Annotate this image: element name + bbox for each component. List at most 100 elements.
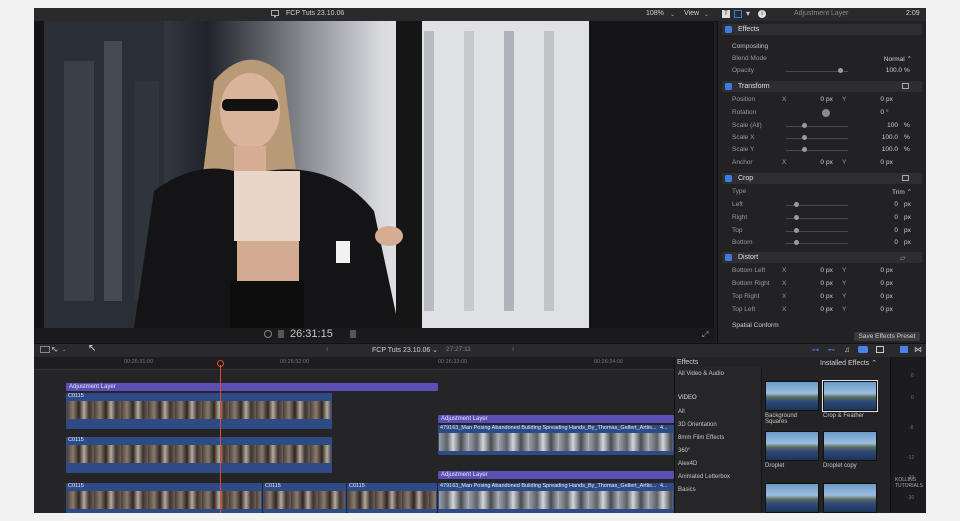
anchor-y-value[interactable]: 0	[862, 159, 884, 166]
transform-checkbox[interactable]	[725, 83, 732, 90]
category-item[interactable]: All Video & Audio	[675, 369, 761, 381]
category-item[interactable]: 3D Orientation	[675, 420, 761, 432]
bottom-left-y-value[interactable]: 0	[862, 267, 884, 274]
video-clip-man-posing[interactable]: 479163_Man Posing Abandoned Building Spr…	[438, 425, 674, 455]
transform-onscreen-icon[interactable]	[902, 83, 909, 89]
scale-y-slider[interactable]	[786, 150, 848, 151]
effect-thumbnail[interactable]	[765, 381, 819, 411]
effects-checkbox[interactable]	[725, 26, 732, 33]
timeline-project-name[interactable]: FCP Tuts 23.10.06 ⌄	[372, 346, 438, 354]
effects-browser-toggle-icon[interactable]	[900, 346, 908, 353]
rotation-value[interactable]: 0	[842, 109, 884, 116]
crop-left-slider-knob[interactable]	[794, 202, 799, 207]
crop-right-slider-knob[interactable]	[794, 215, 799, 220]
opacity-slider-knob[interactable]	[838, 68, 843, 73]
transform-section-header[interactable]: Transform	[722, 81, 922, 92]
top-right-x-value[interactable]: 0	[802, 293, 824, 300]
crop-type-select[interactable]: Trim ⌃	[842, 188, 912, 196]
top-left-y-value[interactable]: 0	[862, 306, 884, 313]
scale-y-value[interactable]: 100.0	[852, 146, 898, 153]
clip-appearance-icon[interactable]	[40, 346, 50, 353]
history-back-icon[interactable]: ‹	[326, 346, 328, 353]
video-clip-c0115[interactable]: C0115	[66, 437, 332, 473]
video-clip-c0115[interactable]: C0115	[347, 483, 437, 513]
scale-all-value[interactable]: 100	[852, 122, 898, 129]
video-clip-c0115[interactable]: C0115	[66, 393, 332, 429]
distort-onscreen-icon[interactable]: ▱	[900, 254, 905, 262]
transitions-browser-icon[interactable]: ⋈	[914, 345, 922, 354]
scale-x-slider-knob[interactable]	[802, 135, 807, 140]
crop-top-value[interactable]: 0	[852, 227, 898, 234]
category-item[interactable]: 8mm Film Effects	[675, 433, 761, 445]
crop-top-slider-knob[interactable]	[794, 228, 799, 233]
scale-all-slider[interactable]	[786, 126, 848, 127]
crop-bottom-value[interactable]: 0	[852, 239, 898, 246]
text-inspector-icon[interactable]: T	[722, 10, 730, 18]
effects-section-header[interactable]: Effects	[722, 24, 922, 35]
category-item[interactable]: Alex4D	[675, 459, 761, 471]
scale-y-slider-knob[interactable]	[802, 147, 807, 152]
snapping-icon[interactable]	[858, 346, 868, 353]
category-item[interactable]: 360°	[675, 446, 761, 458]
headphones-icon[interactable]: ♫	[844, 345, 850, 354]
position-y-value[interactable]: 0	[862, 96, 884, 103]
video-inspector-icon[interactable]	[734, 10, 742, 18]
audio-skimming-icon[interactable]: ⊶	[812, 346, 819, 354]
history-forward-icon[interactable]: ›	[512, 346, 514, 353]
installed-effects-select[interactable]: Installed Effects ⌃	[820, 359, 877, 367]
scale-x-value[interactable]: 100.0	[852, 134, 898, 141]
video-clip-man-posing[interactable]: 479163_Man Posing Abandoned Building Spr…	[438, 483, 674, 513]
timeline[interactable]: 00:26:31:00 00:26:32:00 00:26:33:00 00:2…	[34, 357, 674, 513]
bottom-left-x-value[interactable]: 0	[802, 267, 824, 274]
category-item[interactable]: Animated Letterbox	[675, 472, 761, 484]
play-icon[interactable]	[264, 330, 272, 338]
crop-onscreen-icon[interactable]	[902, 175, 909, 181]
rotation-dial-icon[interactable]	[822, 109, 830, 117]
distort-checkbox[interactable]	[725, 254, 732, 261]
adjustment-layer-clip[interactable]: Adjustment Layer	[438, 471, 674, 479]
zoom-menu[interactable]: 108%	[646, 10, 664, 17]
color-inspector-icon[interactable]: ▾	[746, 9, 750, 18]
category-item[interactable]: Basics	[675, 485, 761, 497]
effect-thumbnail[interactable]	[823, 483, 877, 513]
distort-section-header[interactable]: Distort ▱	[722, 252, 922, 263]
crop-section-header[interactable]: Crop	[722, 173, 922, 184]
zoom-chevron-icon[interactable]: ⌄	[670, 11, 675, 18]
effect-thumbnail-selected[interactable]	[822, 380, 878, 412]
crop-left-value[interactable]: 0	[852, 201, 898, 208]
adjustment-layer-clip[interactable]: Adjustment Layer	[438, 415, 674, 423]
timeline-ruler[interactable]: 00:26:31:00 00:26:32:00 00:26:33:00 00:2…	[34, 357, 674, 370]
spatial-conform-row[interactable]: Spatial Conform	[722, 320, 922, 332]
clip-appearance-toggle-icon[interactable]	[876, 346, 884, 353]
top-right-y-value[interactable]: 0	[862, 293, 884, 300]
category-item[interactable]: All	[675, 407, 761, 419]
scale-all-slider-knob[interactable]	[802, 123, 807, 128]
crop-bottom-slider-knob[interactable]	[794, 240, 799, 245]
effect-thumbnail[interactable]	[765, 483, 819, 513]
tool-chevron-icon[interactable]: ⌄	[62, 347, 66, 353]
effect-thumbnail[interactable]	[765, 431, 819, 461]
select-tool-icon[interactable]: ↖	[51, 345, 58, 354]
view-chevron-icon[interactable]: ⌄	[704, 11, 709, 18]
position-x-value[interactable]: 0	[802, 96, 824, 103]
bottom-right-x-value[interactable]: 0	[802, 280, 824, 287]
skimming-icon[interactable]: ⊷	[828, 346, 835, 354]
opacity-value[interactable]: 100.0	[856, 67, 902, 74]
blend-mode-select[interactable]: Normal ⌃	[842, 55, 912, 63]
top-left-x-value[interactable]: 0	[802, 306, 824, 313]
monitor-icon[interactable]	[271, 10, 279, 18]
playhead[interactable]	[220, 365, 221, 513]
bottom-right-y-value[interactable]: 0	[862, 280, 884, 287]
effect-thumbnail[interactable]	[823, 431, 877, 461]
save-effects-preset-button[interactable]: Save Effects Preset	[854, 332, 920, 341]
crop-checkbox[interactable]	[725, 175, 732, 182]
adjustment-layer-clip[interactable]: Adjustment Layer	[66, 383, 438, 391]
video-clip-c0115[interactable]: C0115	[263, 483, 346, 513]
info-inspector-icon[interactable]: i	[758, 10, 766, 18]
fullscreen-icon[interactable]: ⤢	[702, 330, 708, 340]
scale-x-slider[interactable]	[786, 138, 848, 139]
video-clip-c0115[interactable]: C0115	[66, 483, 262, 513]
anchor-x-value[interactable]: 0	[802, 159, 824, 166]
view-menu[interactable]: View	[684, 10, 699, 17]
crop-right-value[interactable]: 0	[852, 214, 898, 221]
